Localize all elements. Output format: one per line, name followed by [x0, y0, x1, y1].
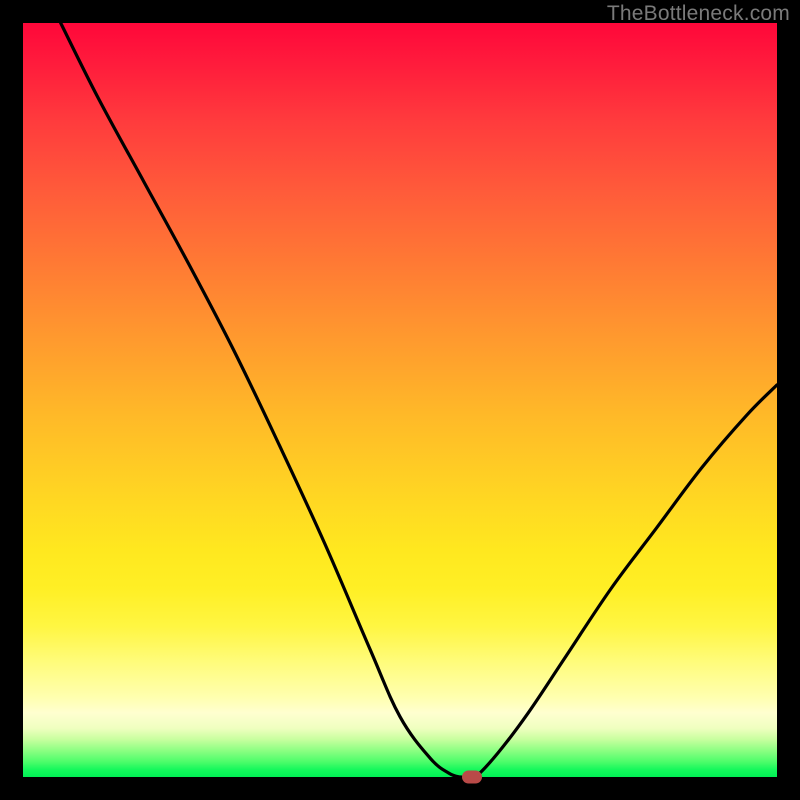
plot-area	[23, 23, 777, 777]
chart-frame: TheBottleneck.com	[0, 0, 800, 800]
bottleneck-curve	[23, 23, 777, 777]
watermark-label: TheBottleneck.com	[607, 2, 790, 26]
optimal-marker	[462, 771, 482, 784]
